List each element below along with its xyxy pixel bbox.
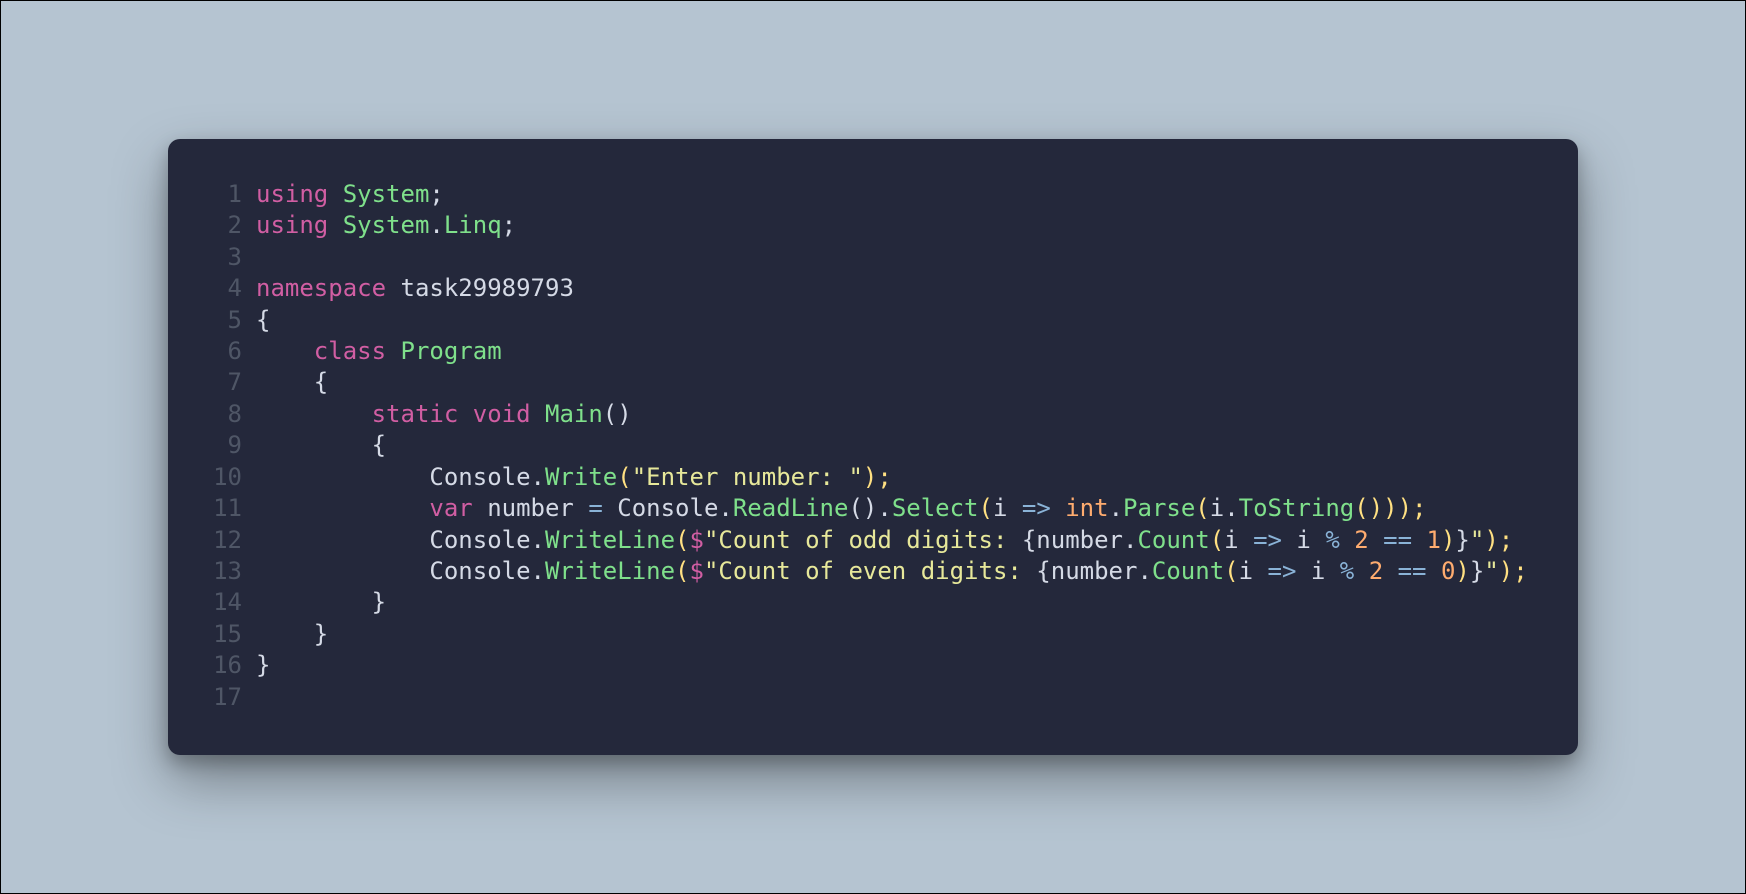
code-editor: 1 using System; 2 using System.Linq; 3 4… (168, 139, 1578, 755)
code-line: 11 var number = Console.ReadLine().Selec… (198, 493, 1548, 524)
code-line: 12 Console.WriteLine($"Count of odd digi… (198, 525, 1548, 556)
code-line: 13 Console.WriteLine($"Count of even dig… (198, 556, 1548, 587)
line-number: 15 (198, 619, 242, 650)
code-content: class Program (256, 336, 502, 367)
code-content: using System.Linq; (256, 210, 516, 241)
line-number: 10 (198, 462, 242, 493)
code-line: 10 Console.Write("Enter number: "); (198, 462, 1548, 493)
code-line: 2 using System.Linq; (198, 210, 1548, 241)
code-content: Console.WriteLine($"Count of odd digits:… (256, 525, 1513, 556)
line-number: 9 (198, 430, 242, 461)
code-content: Console.WriteLine($"Count of even digits… (256, 556, 1528, 587)
code-content: { (256, 430, 386, 461)
line-number: 16 (198, 650, 242, 681)
code-line: 3 (198, 242, 1548, 273)
line-number: 8 (198, 399, 242, 430)
line-number: 5 (198, 305, 242, 336)
code-line: 1 using System; (198, 179, 1548, 210)
code-content: } (256, 619, 328, 650)
code-line: 9 { (198, 430, 1548, 461)
code-content: using System; (256, 179, 444, 210)
line-number: 12 (198, 525, 242, 556)
line-number: 3 (198, 242, 242, 273)
code-line: 7 { (198, 367, 1548, 398)
code-line: 15 } (198, 619, 1548, 650)
line-number: 2 (198, 210, 242, 241)
code-content: } (256, 587, 386, 618)
code-content: } (256, 650, 270, 681)
code-line: 17 (198, 682, 1548, 713)
code-line: 6 class Program (198, 336, 1548, 367)
line-number: 1 (198, 179, 242, 210)
code-content: { (256, 367, 328, 398)
code-content: var number = Console.ReadLine().Select(i… (256, 493, 1427, 524)
code-line: 14 } (198, 587, 1548, 618)
line-number: 4 (198, 273, 242, 304)
code-content: static void Main() (256, 399, 632, 430)
line-number: 11 (198, 493, 242, 524)
code-line: 16 } (198, 650, 1548, 681)
code-line: 5 { (198, 305, 1548, 336)
line-number: 17 (198, 682, 242, 713)
code-content: { (256, 305, 270, 336)
line-number: 7 (198, 367, 242, 398)
code-content: Console.Write("Enter number: "); (256, 462, 892, 493)
code-line: 4 namespace task29989793 (198, 273, 1548, 304)
code-content: namespace task29989793 (256, 273, 574, 304)
line-number: 6 (198, 336, 242, 367)
line-number: 14 (198, 587, 242, 618)
code-line: 8 static void Main() (198, 399, 1548, 430)
line-number: 13 (198, 556, 242, 587)
